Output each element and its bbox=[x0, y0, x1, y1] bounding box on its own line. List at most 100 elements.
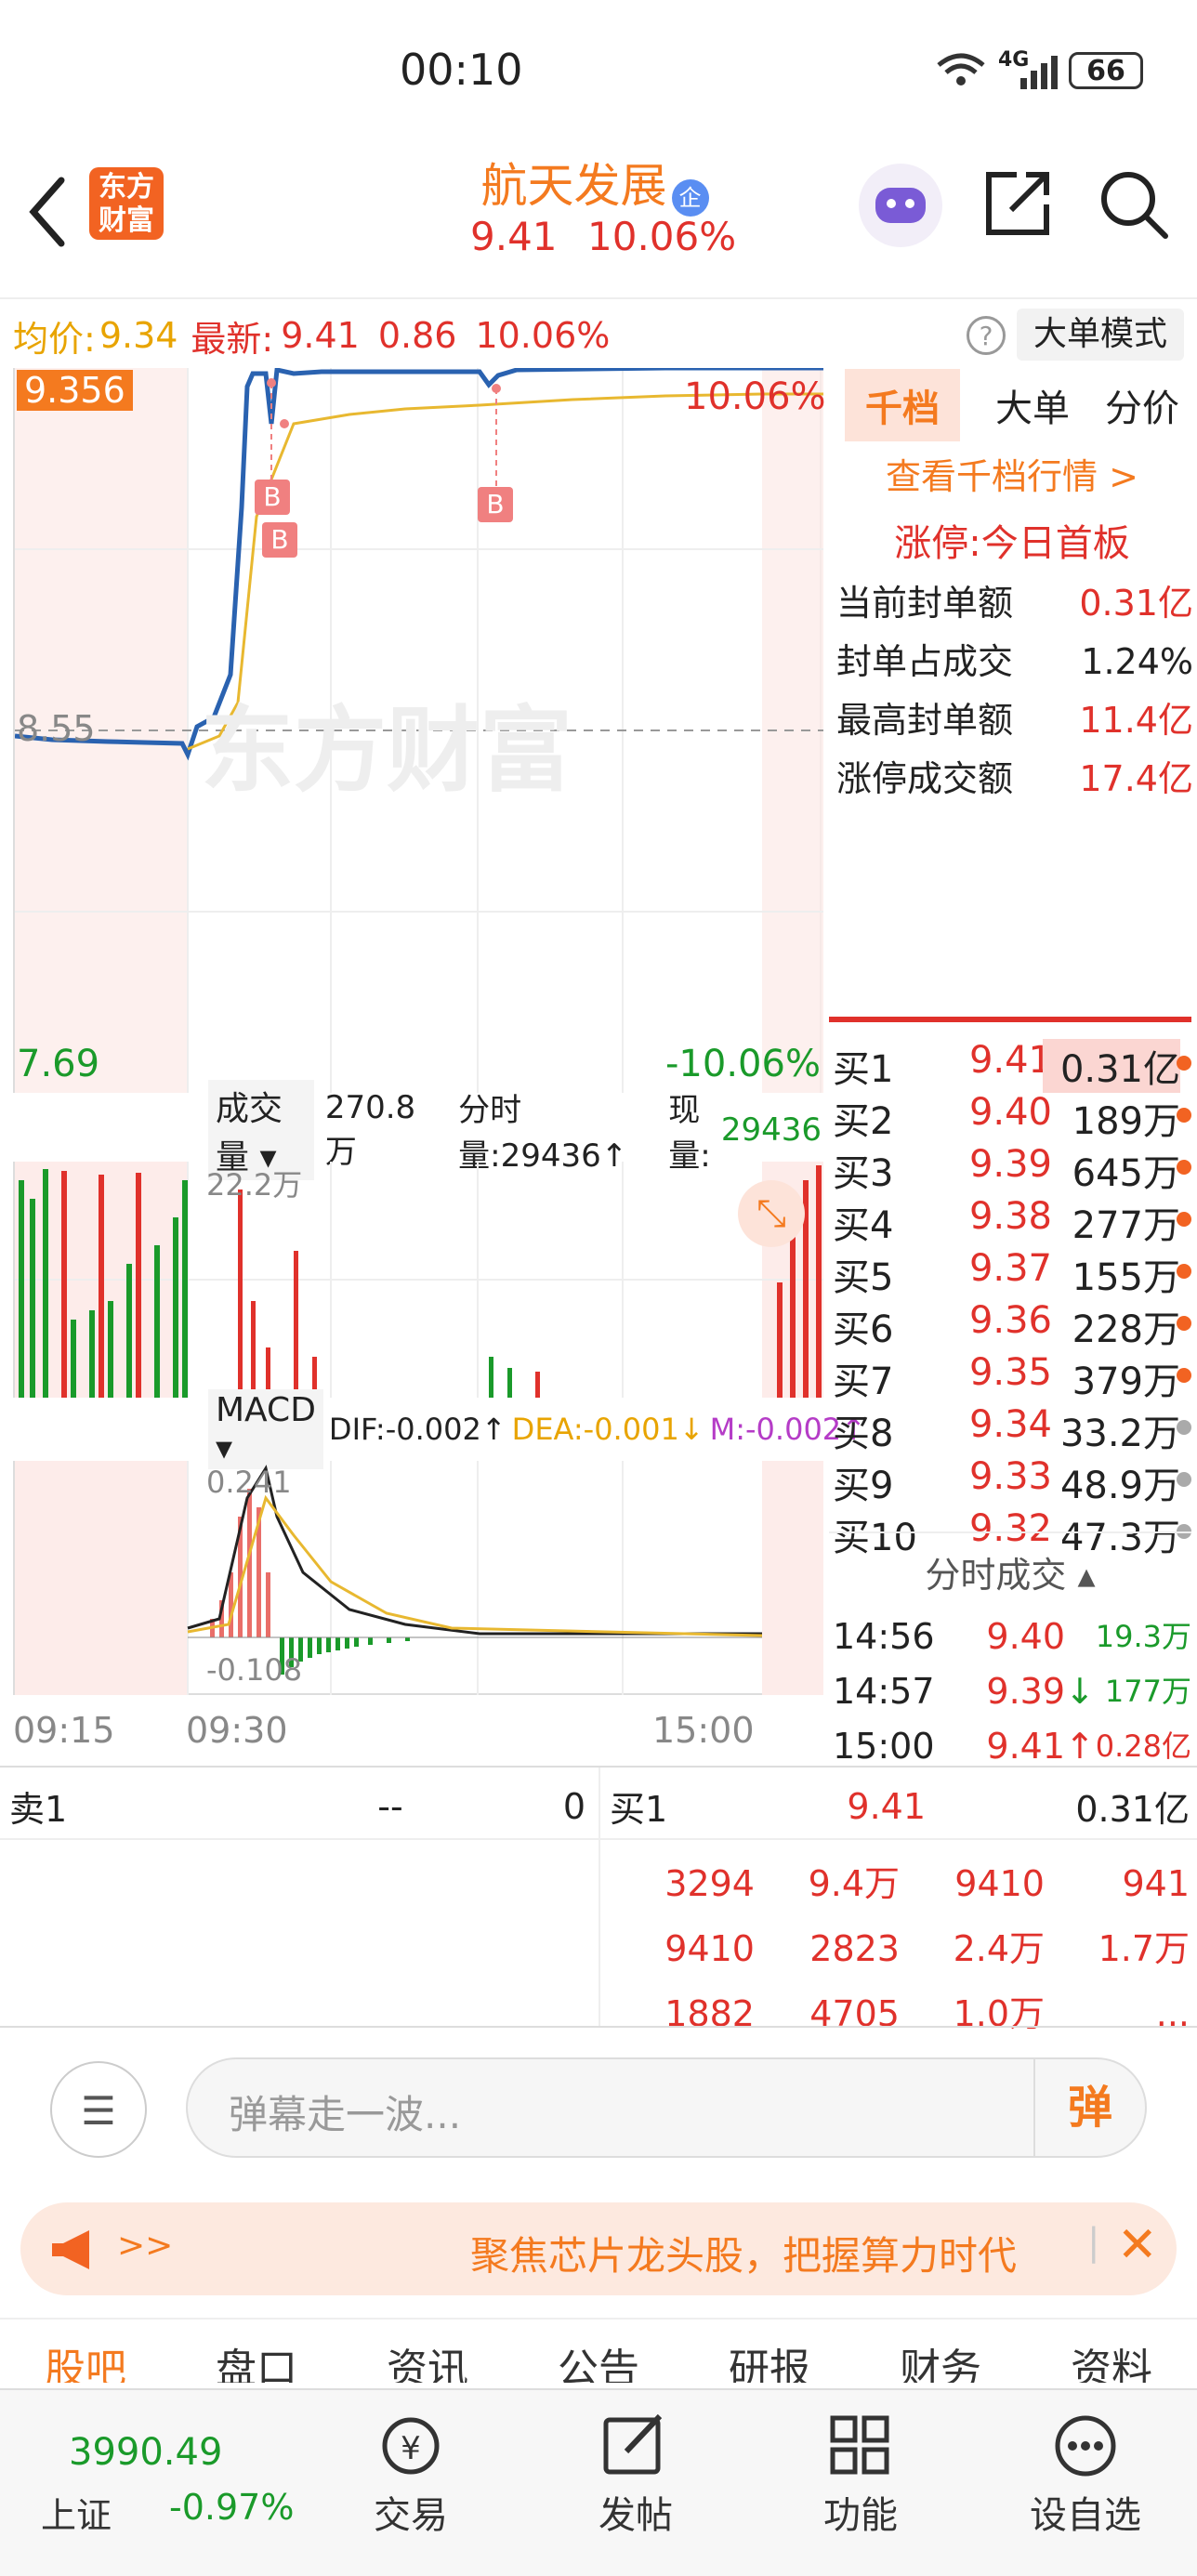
price-axis-mid: 8.55 bbox=[17, 708, 96, 749]
buy-mark[interactable]: B bbox=[262, 522, 297, 558]
order-dot-icon bbox=[1177, 1316, 1191, 1331]
close-icon[interactable]: ✕ bbox=[1117, 2217, 1158, 2273]
nav-trade[interactable]: ¥ 交易 bbox=[336, 2412, 485, 2539]
macd-axis-top: 0.241 bbox=[206, 1465, 292, 1500]
tab-price-dist[interactable]: 分价 bbox=[1105, 378, 1179, 432]
pct-axis-top: 10.06% bbox=[684, 375, 826, 418]
back-icon[interactable] bbox=[26, 175, 67, 249]
tick-trades-title[interactable]: 分时成交 ▴ bbox=[829, 1546, 1191, 1597]
search-icon[interactable] bbox=[1097, 167, 1171, 242]
queue-cell: 3294 bbox=[664, 1863, 755, 1904]
order-volume: 48.9万 bbox=[1059, 1465, 1180, 1507]
trade-icon: ¥ bbox=[382, 2417, 440, 2475]
price-chart[interactable]: 9.356 8.55 7.69 10.06% -10.06% 东方财富 B B … bbox=[13, 365, 826, 1093]
share-icon[interactable] bbox=[983, 167, 1054, 238]
queue-cell: 9410 bbox=[664, 1928, 755, 1969]
expand-icon[interactable]: ⤡ bbox=[738, 1180, 805, 1247]
queue-grid: 3294 9.4万 9410 941 9410 2823 2.4万 1.7万 1882 4705 1… bbox=[610, 1851, 1190, 2046]
tab-big-order[interactable]: 大单 bbox=[995, 378, 1070, 432]
tab-pankou[interactable]: 盘口 bbox=[216, 2335, 297, 2383]
assistant-robot-icon[interactable] bbox=[859, 164, 942, 247]
signal-icon bbox=[1020, 56, 1058, 89]
order-price: 9.37 bbox=[968, 1247, 1052, 1290]
order-book-row[interactable]: 买9 9.33 48.9万 bbox=[829, 1455, 1191, 1507]
latest-label: 最新: bbox=[191, 318, 274, 360]
watermark: 东方财富 bbox=[201, 696, 572, 805]
order-volume: 33.2万 bbox=[1059, 1413, 1180, 1455]
nav-post[interactable]: 发帖 bbox=[561, 2412, 710, 2539]
danmu-placeholder: 弹幕走一波... bbox=[229, 2092, 462, 2137]
tab-profile[interactable]: 资料 bbox=[1071, 2335, 1152, 2383]
index-change: -0.97% bbox=[169, 2487, 295, 2528]
svg-text:¥: ¥ bbox=[401, 2430, 421, 2467]
section-tabs: 股吧 盘口 资讯 公告 研报 财务 资料 bbox=[0, 2318, 1197, 2383]
nav-function[interactable]: 功能 bbox=[786, 2412, 935, 2539]
order-level: 买1 bbox=[833, 1048, 894, 1091]
banner-divider: | bbox=[1087, 2221, 1100, 2264]
order-queue: 卖1 -- 0 买1 9.41 0.31亿 3294 9.4万 9410 941 941… bbox=[0, 1766, 1197, 2034]
sidebar-panel: 千档 大单 分价 查看千档行情 > 涨停:今日首板 当前封单额 0.31亿 封单占… bbox=[827, 368, 1197, 1019]
stat-label: 涨停成交额 bbox=[836, 758, 1014, 799]
order-book-row[interactable]: 买3 9.39 645万 bbox=[829, 1143, 1191, 1195]
change-pct: 10.06% bbox=[475, 315, 611, 356]
order-dot-icon bbox=[1177, 1160, 1191, 1175]
tab-qiandang[interactable]: 千档 bbox=[845, 369, 960, 441]
large-order-mode-button[interactable]: 大单模式 bbox=[1017, 309, 1184, 361]
order-price: 9.36 bbox=[968, 1299, 1052, 1342]
order-price: 9.34 bbox=[968, 1403, 1052, 1446]
order-price: 9.41 bbox=[968, 1039, 1052, 1082]
view-qiandang-link[interactable]: 查看千档行情 > bbox=[827, 448, 1197, 499]
order-level: 买3 bbox=[833, 1152, 894, 1195]
queue-cell: 941 bbox=[1122, 1863, 1190, 1904]
nav-add-watchlist[interactable]: 设自选 bbox=[1011, 2412, 1160, 2539]
order-book-row[interactable]: 买7 9.35 379万 bbox=[829, 1351, 1191, 1403]
tab-research[interactable]: 研报 bbox=[729, 2335, 810, 2383]
time-axis-open: 09:30 bbox=[186, 1710, 288, 1751]
banner-arrows: >> bbox=[117, 2227, 174, 2265]
tab-finance[interactable]: 财务 bbox=[900, 2335, 981, 2383]
change-value: 0.86 bbox=[377, 315, 457, 356]
order-book-row[interactable]: 买4 9.38 277万 bbox=[829, 1195, 1191, 1247]
grid-icon bbox=[830, 2415, 889, 2475]
order-level: 买4 bbox=[833, 1204, 894, 1247]
promo-banner[interactable]: >> 聚焦芯片龙头股，把握算力时代 | ✕ bbox=[20, 2202, 1177, 2295]
comment-bar: ☰ 弹幕走一波... 弹 bbox=[0, 2026, 1197, 2184]
order-book-row[interactable]: 买2 9.40 189万 bbox=[829, 1091, 1191, 1143]
danmu-send-button[interactable]: 弹 bbox=[1033, 2059, 1145, 2156]
volume-chart[interactable]: 22.2万 ⤡ bbox=[13, 1162, 823, 1398]
order-dot-icon bbox=[1177, 1420, 1191, 1435]
order-book-row[interactable]: 买1 9.41 0.31亿 bbox=[829, 1039, 1191, 1093]
order-book-row[interactable]: 买6 9.36 228万 bbox=[829, 1299, 1191, 1351]
queue-row: 9410 2823 2.4万 1.7万 bbox=[610, 1916, 1190, 1981]
index-value[interactable]: 3990.49 bbox=[69, 2431, 222, 2474]
buy-mark[interactable]: B bbox=[478, 487, 513, 522]
help-icon[interactable]: ? bbox=[967, 316, 1006, 355]
sell-1-row: 卖1 -- 0 bbox=[9, 1785, 585, 1831]
stat-value: 0.31亿 bbox=[1079, 583, 1193, 624]
macd-m: M:-0.002↑ bbox=[709, 1412, 866, 1447]
volume-header: 成交量 ▾ 270.8万 分时量:29436↑ 现量: 29436 bbox=[13, 1080, 822, 1180]
buy-mark[interactable]: B bbox=[255, 480, 290, 515]
order-book-row[interactable]: 买5 9.37 155万 bbox=[829, 1247, 1191, 1299]
macd-chart-svg bbox=[15, 1461, 823, 1695]
tab-announcement[interactable]: 公告 bbox=[558, 2335, 639, 2383]
order-dot-icon bbox=[1177, 1264, 1191, 1279]
index-name: 上证 bbox=[41, 2495, 112, 2536]
tick-trades: 分时成交 ▴ 14:56 9.40 19.3万 14:57 9.39 ↓ 177万 15:… bbox=[829, 1531, 1191, 1767]
tab-news[interactable]: 资讯 bbox=[387, 2335, 468, 2383]
banner-text: 聚焦芯片龙头股，把握算力时代 bbox=[470, 2233, 1018, 2277]
queue-cell: 9.4万 bbox=[808, 1863, 900, 1904]
order-volume: 379万 bbox=[1072, 1360, 1180, 1403]
order-book-row[interactable]: 买8 9.34 33.2万 bbox=[829, 1403, 1191, 1455]
macd-indicator-select[interactable]: MACD ▾ bbox=[208, 1389, 323, 1469]
latest-value: 9.41 bbox=[281, 315, 360, 356]
tab-guba[interactable]: 股吧 bbox=[45, 2335, 126, 2383]
danmu-input[interactable]: 弹幕走一波... 弹 bbox=[186, 2057, 1147, 2158]
order-level: 买2 bbox=[833, 1100, 894, 1143]
limit-stats: 当前封单额 0.31亿 封单占成交 1.24% 最高封单额 11.4亿 涨停成交额 17… bbox=[836, 574, 1193, 808]
order-dot-icon bbox=[1177, 1472, 1191, 1487]
macd-chart[interactable]: 0.241 -0.108 bbox=[13, 1461, 823, 1695]
stock-title[interactable]: 航天发展 企 bbox=[465, 149, 725, 217]
danmu-settings-icon[interactable]: ☰ bbox=[50, 2061, 147, 2158]
order-dot-icon bbox=[1177, 1108, 1191, 1123]
